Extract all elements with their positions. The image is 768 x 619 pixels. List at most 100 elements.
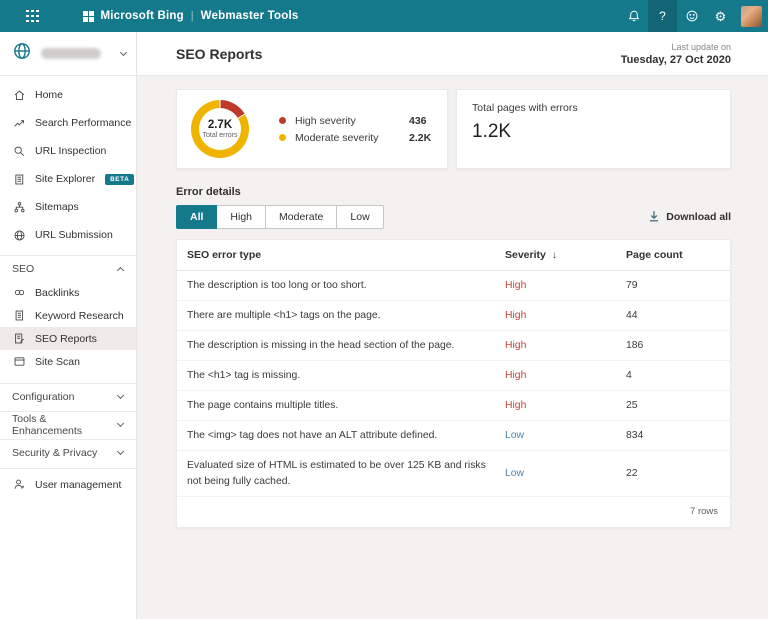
help-icon[interactable]: ? — [648, 0, 677, 32]
bell-icon[interactable] — [619, 0, 648, 32]
sidebar-item-label: URL Inspection — [35, 145, 106, 157]
sidebar-nav: Home Search Performance URL Inspection S… — [0, 76, 136, 500]
legend-row-high: High severity 436 — [279, 115, 433, 127]
error-type-cell: There are multiple <h1> tags on the page… — [187, 308, 505, 323]
severity-legend: High severity 436 Moderate severity 2.2K — [279, 110, 433, 149]
sidebar-section-tools-enhancements[interactable]: Tools & Enhancements — [0, 411, 136, 435]
sidebar-item-label: Backlinks — [35, 287, 79, 299]
sidebar-section-security-privacy[interactable]: Security & Privacy — [0, 439, 136, 463]
page-title: SEO Reports — [176, 46, 262, 62]
error-details-toolbar: All High Moderate Low Download all — [176, 205, 731, 229]
sidebar-item-label: User management — [35, 479, 121, 491]
sidebar-section-configuration[interactable]: Configuration — [0, 383, 136, 407]
table-header: SEO error type Severity ↓ Page count — [177, 240, 730, 271]
col-seo-error-type: SEO error type — [187, 249, 505, 261]
col-severity-sort[interactable]: Severity ↓ — [505, 249, 626, 261]
moderate-severity-dot-icon — [279, 134, 286, 141]
tab-high[interactable]: High — [217, 205, 266, 229]
seo-section-items: Backlinks Keyword Research SEO Reports — [0, 279, 136, 379]
errors-donut: 2.7K Total errors — [191, 100, 249, 158]
error-type-cell: The description is too long or too short… — [187, 278, 505, 293]
sidebar-item-label: Sitemaps — [35, 201, 79, 213]
sidebar-item-label: URL Submission — [35, 229, 113, 241]
feedback-smiley-icon[interactable] — [677, 0, 706, 32]
total-pages-card: Total pages with errors 1.2K — [456, 89, 731, 169]
tab-all[interactable]: All — [176, 205, 217, 229]
chevron-down-icon — [117, 391, 124, 398]
sidebar-item-keyword-research[interactable]: Keyword Research — [0, 304, 136, 327]
legend-label: Moderate severity — [295, 132, 395, 144]
page-count-cell: 186 — [626, 338, 720, 353]
page-count-cell: 44 — [626, 308, 720, 323]
section-label: Configuration — [12, 391, 74, 403]
avatar[interactable] — [741, 6, 762, 27]
sidebar-item-search-performance[interactable]: Search Performance — [0, 109, 136, 137]
product-name: Webmaster Tools — [201, 10, 299, 22]
sidebar-item-url-submission[interactable]: URL Submission — [0, 221, 136, 249]
error-type-cell: The description is missing in the head s… — [187, 338, 505, 353]
error-details-title: Error details — [176, 186, 731, 198]
sidebar-item-label: Search Performance — [35, 117, 131, 129]
table-row: The <h1> tag is missing. High 4 — [177, 361, 730, 391]
sidebar-section-seo[interactable]: SEO — [0, 255, 136, 279]
brand-separator: | — [191, 10, 194, 22]
waffle-grid-icon[interactable] — [26, 10, 39, 23]
table-row: The page contains multiple titles. High … — [177, 391, 730, 421]
sidebar-item-label: Site Scan — [35, 356, 80, 368]
sidebar-item-seo-reports[interactable]: SEO Reports — [0, 327, 136, 350]
sidebar-item-site-explorer[interactable]: Site Explorer BETA — [0, 165, 136, 193]
tab-moderate[interactable]: Moderate — [266, 205, 337, 229]
error-type-cell: The page contains multiple titles. — [187, 398, 505, 413]
microsoft-logo-icon — [83, 11, 94, 22]
section-label: Tools & Enhancements — [12, 413, 118, 437]
brand[interactable]: Microsoft Bing | Webmaster Tools — [83, 10, 299, 22]
severity-cell: Low — [505, 466, 626, 481]
sidebar-item-site-scan[interactable]: Site Scan — [0, 350, 136, 373]
col-severity-label: Severity — [505, 249, 546, 261]
globe-icon — [12, 229, 26, 242]
severity-cell: High — [505, 278, 626, 293]
sidebar-item-user-management[interactable]: User management — [0, 468, 136, 500]
severity-cell: High — [505, 398, 626, 413]
settings-gear-icon[interactable]: ⚙ — [706, 0, 735, 32]
sidebar-item-label: Home — [35, 89, 63, 101]
high-severity-dot-icon — [279, 117, 286, 124]
page-count-cell: 79 — [626, 278, 720, 293]
section-label: SEO — [12, 263, 34, 275]
table-row: Evaluated size of HTML is estimated to b… — [177, 451, 730, 496]
chevron-down-icon — [117, 419, 124, 426]
document-list-icon — [12, 173, 26, 186]
tab-low[interactable]: Low — [337, 205, 383, 229]
sidebar-item-backlinks[interactable]: Backlinks — [0, 281, 136, 304]
last-update-label: Last update on — [621, 42, 731, 52]
main-content: SEO Reports Last update on Tuesday, 27 O… — [137, 32, 768, 619]
severity-cell: High — [505, 368, 626, 383]
severity-cell: High — [505, 308, 626, 323]
chevron-down-icon — [120, 48, 127, 55]
table-row: The description is missing in the head s… — [177, 331, 730, 361]
table-row: There are multiple <h1> tags on the page… — [177, 301, 730, 331]
site-selector[interactable] — [0, 32, 136, 76]
severity-tabs: All High Moderate Low — [176, 205, 384, 229]
sidebar-item-home[interactable]: Home — [0, 81, 136, 109]
download-all-button[interactable]: Download all — [648, 210, 731, 225]
chevron-down-icon — [117, 447, 124, 454]
sidebar-item-url-inspection[interactable]: URL Inspection — [0, 137, 136, 165]
table-row: The description is too long or too short… — [177, 271, 730, 301]
legend-value: 436 — [409, 115, 427, 127]
section-label: Security & Privacy — [12, 447, 97, 459]
content: 2.7K Total errors High severity 436 Mode — [137, 76, 768, 528]
summary-cards: 2.7K Total errors High severity 436 Mode — [176, 89, 731, 169]
donut-total-value: 2.7K — [208, 119, 232, 131]
page-count-cell: 25 — [626, 398, 720, 413]
site-name-redacted — [41, 48, 101, 59]
chevron-up-icon — [117, 266, 124, 273]
document-edit-icon — [12, 332, 26, 345]
sidebar-item-sitemaps[interactable]: Sitemaps — [0, 193, 136, 221]
chain-links-icon — [12, 286, 26, 299]
last-update: Last update on Tuesday, 27 Oct 2020 — [621, 42, 731, 66]
browser-window-icon — [12, 355, 26, 368]
sitemap-tree-icon — [12, 201, 26, 214]
topbar-actions: ? ⚙ — [619, 0, 762, 32]
legend-row-moderate: Moderate severity 2.2K — [279, 132, 433, 144]
